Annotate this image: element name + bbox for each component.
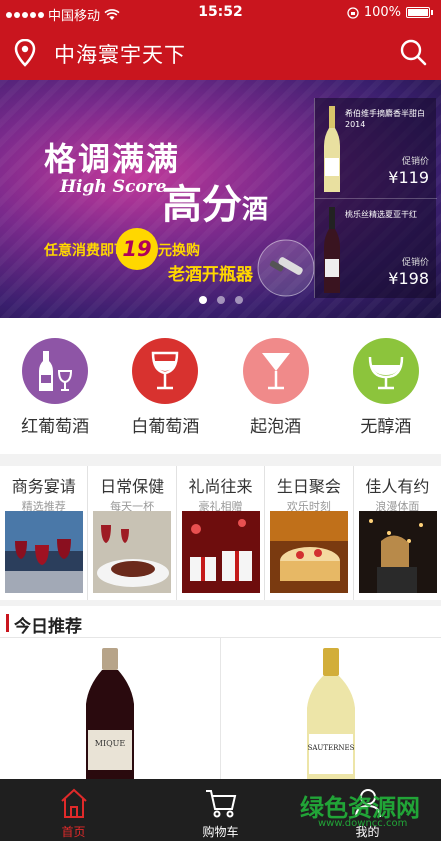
banner-promo-item: 老酒开瓶器 [168,265,253,285]
app-screen: 中国移动 15:52 100% 中海寰宇天下 格调满满 High Score 高… [0,0,441,841]
rotation-lock-icon [347,6,359,19]
wine-bottle-icon: MIQUE [86,648,134,779]
location-title[interactable]: 中海寰宇天下 [54,39,186,69]
recommend-title: 今日推荐 [14,617,82,637]
occasion-title: 佳人有约 [365,477,430,496]
occasion-image [93,511,172,593]
banner-product-panel: 希伯维手摘麝香半甜白 2014 促销价 ¥119 桃乐丝精选夏亚干红 促销价 ¥… [314,98,437,298]
recommend-product[interactable]: MIQUE [0,638,221,779]
page-dot[interactable] [234,296,243,304]
occasion-row: 商务宴请 精选推荐 日常保健 每天一杯 礼尚往来 豪礼相赠 生日聚会 欢乐时刻 … [0,466,441,600]
product-name: 桃乐丝精选夏亚干红 [345,210,417,219]
home-icon [60,788,87,818]
promo-banner[interactable]: 格调满满 High Score 高分酒 任意消费即可 19 元换购 老酒开瓶器 … [0,80,441,318]
svg-text:MIQUE: MIQUE [95,739,126,748]
tab-cart[interactable]: 购物车 [147,779,294,841]
wine-bottle-icon [324,207,340,293]
occasion-image [358,511,437,593]
product-price: ¥119 [388,168,429,187]
status-bar: 中国移动 15:52 100% [0,0,441,26]
product-name: 希伯维手摘麝香半甜白 2014 [345,109,425,129]
banner-promo-number: 19 [116,228,158,270]
category-non-alcoholic[interactable]: 无醇酒 [331,318,441,454]
product-price-label: 促销价 [401,258,429,268]
banner-promo-suffix: 元换购 [158,243,200,259]
occasion-birthday[interactable]: 生日聚会 欢乐时刻 [265,466,354,600]
watermark-url: www.downcc.com [318,818,408,829]
category-sparkling-wine[interactable]: 起泡酒 [221,318,331,454]
banner-product[interactable]: 希伯维手摘麝香半甜白 2014 促销价 ¥119 [315,98,437,198]
recommend-list: MIQUE SAUTERNES [0,638,441,779]
wine-bottle-icon: SAUTERNES [307,648,355,779]
white-wine-icon [132,338,199,404]
occasion-title: 礼尚往来 [188,477,253,496]
occasion-image [270,511,349,593]
banner-title-line1: 格调满满 [44,140,181,178]
category-label: 无醇酒 [360,417,412,437]
battery-icon [406,7,430,18]
search-icon[interactable] [399,38,427,66]
location-pin-icon[interactable] [14,39,36,67]
occasion-business[interactable]: 商务宴请 精选推荐 [0,466,89,600]
occasion-title: 日常保健 [100,477,165,496]
category-white-wine[interactable]: 白葡萄酒 [110,318,220,454]
tab-label: 购物车 [202,825,239,839]
page-dot[interactable] [216,296,225,304]
banner-page-indicator[interactable] [0,296,441,304]
product-price: ¥198 [388,269,429,288]
category-row: 红葡萄酒 白葡萄酒 起泡酒 无醇酒 [0,318,441,454]
banner-title-line2: 高分酒 [162,181,269,228]
occasion-title: 商务宴请 [11,477,76,496]
product-price-label: 促销价 [401,157,429,167]
occasion-gifts[interactable]: 礼尚往来 豪礼相赠 [177,466,266,600]
banner-product[interactable]: 桃乐丝精选夏亚干红 促销价 ¥198 [315,198,437,298]
red-wine-icon [22,338,89,404]
page-dot[interactable] [198,296,207,304]
app-header: 中海寰宇天下 [0,26,441,80]
tab-home[interactable]: 首页 [0,779,147,841]
occasion-image [181,511,260,593]
tab-label: 首页 [61,825,86,839]
occasion-title: 生日聚会 [276,477,341,496]
category-label: 起泡酒 [250,417,302,437]
sparkling-wine-icon [242,338,309,404]
battery-area: 100% [347,5,433,20]
svg-text:SAUTERNES: SAUTERNES [308,744,355,752]
category-red-wine[interactable]: 红葡萄酒 [0,318,110,454]
category-label: 红葡萄酒 [21,417,90,437]
banner-english-title: High Score [60,177,167,197]
non-alcoholic-icon [352,338,419,404]
bottle-opener-icon [257,239,315,297]
section-marker [6,614,9,632]
battery-percent: 100% [363,5,401,20]
occasion-image [5,511,83,593]
occasion-daily-health[interactable]: 日常保健 每天一杯 [88,466,177,600]
cart-icon [205,790,236,818]
category-label: 白葡萄酒 [131,417,200,437]
recommend-header: 今日推荐 [0,606,441,638]
occasion-romance[interactable]: 佳人有约 浪漫体面 [354,466,441,600]
wine-bottle-icon [324,106,340,192]
recommend-product[interactable]: SAUTERNES [221,638,441,779]
